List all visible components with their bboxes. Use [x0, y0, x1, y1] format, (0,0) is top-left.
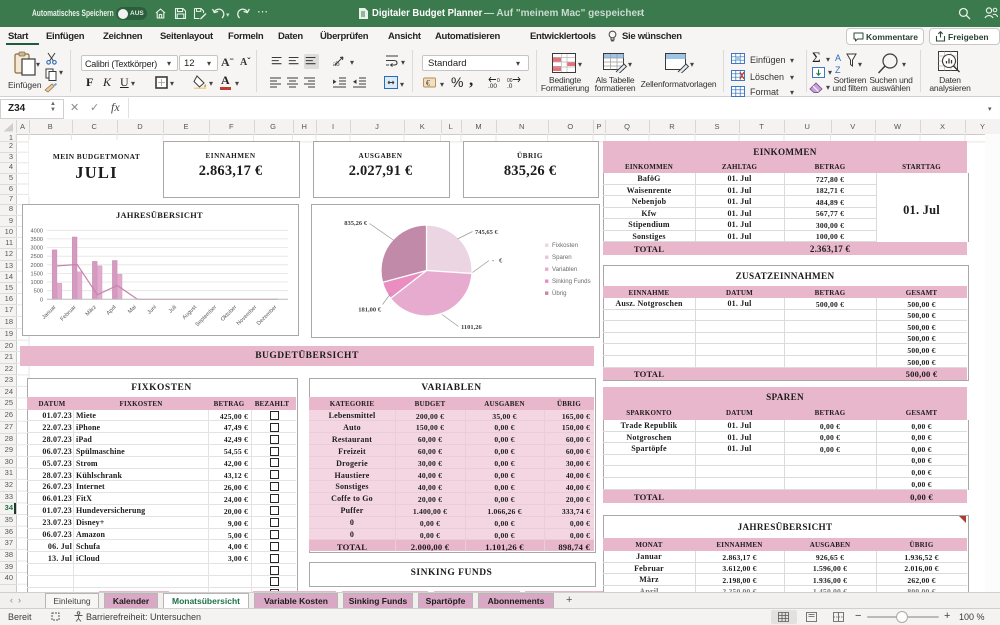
svg-text:.00: .00	[488, 83, 497, 89]
svg-text:- €: - €	[492, 258, 503, 265]
svg-text:Sparen: Sparen	[552, 254, 572, 261]
svg-text:März: März	[85, 304, 98, 317]
svg-text:745,65 €: 745,65 €	[475, 229, 499, 236]
svg-text:0: 0	[40, 297, 43, 303]
svg-text:Sinking Funds: Sinking Funds	[552, 278, 591, 285]
svg-text:500: 500	[34, 288, 43, 294]
svg-text:2500: 2500	[31, 254, 43, 260]
svg-text:Variablen: Variablen	[552, 266, 577, 273]
svg-text:April: April	[106, 304, 118, 316]
svg-text:€: €	[426, 79, 430, 88]
svg-text:Mai: Mai	[127, 304, 138, 315]
svg-text:Dezember: Dezember	[256, 304, 279, 327]
svg-text:1500: 1500	[31, 271, 43, 277]
svg-text:4000: 4000	[31, 228, 43, 234]
svg-text:Juni: Juni	[146, 304, 158, 316]
svg-text:835,26 €: 835,26 €	[344, 220, 368, 227]
svg-text:00: 00	[507, 78, 513, 84]
svg-text:0: 0	[497, 78, 500, 84]
svg-text:November: November	[236, 304, 259, 327]
svg-text:2000: 2000	[31, 262, 43, 268]
svg-text:3500: 3500	[31, 236, 43, 242]
svg-text:Z: Z	[835, 65, 841, 75]
svg-text:ab: ab	[333, 60, 340, 67]
svg-text:Februar: Februar	[60, 304, 78, 322]
svg-text:3000: 3000	[31, 245, 43, 251]
svg-text:Übrig: Übrig	[552, 290, 567, 297]
svg-text:1101,26: 1101,26	[461, 324, 483, 331]
svg-text:A: A	[835, 53, 841, 63]
svg-text:1000: 1000	[31, 280, 43, 286]
svg-text:Juli: Juli	[168, 304, 178, 314]
svg-text:181,00 €: 181,00 €	[358, 307, 382, 314]
svg-text:Januar: Januar	[41, 304, 57, 320]
svg-text:September: September	[195, 304, 219, 328]
svg-text:Oktober: Oktober	[220, 304, 238, 322]
svg-text:Fixkosten: Fixkosten	[552, 242, 578, 249]
svg-text:August: August	[182, 304, 199, 321]
